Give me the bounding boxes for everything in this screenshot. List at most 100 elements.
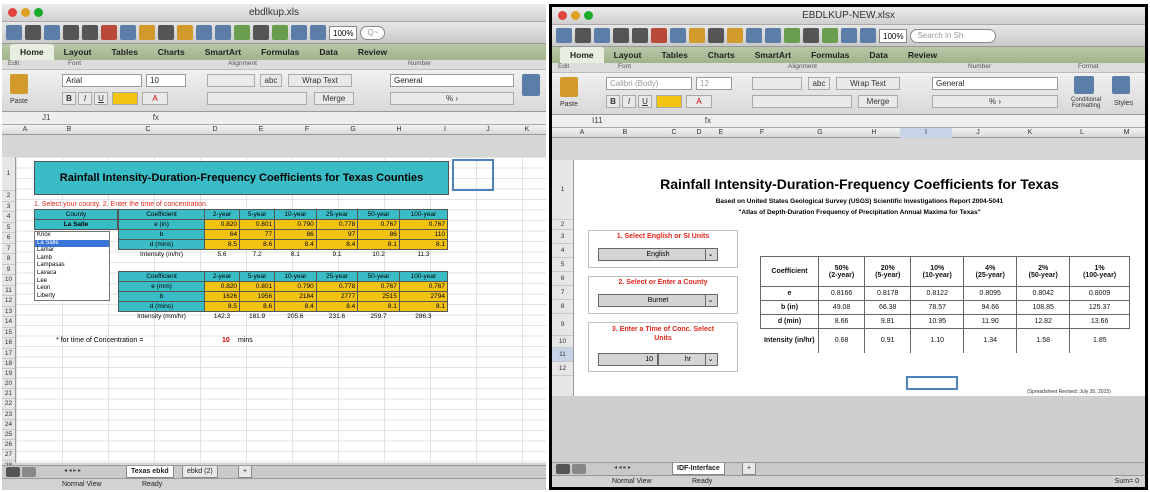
row-header[interactable]: 27 <box>2 450 15 461</box>
county-option[interactable]: La Salle <box>35 239 109 248</box>
search-field[interactable]: Search in Sh <box>910 28 997 43</box>
gallery-icon[interactable] <box>272 25 288 40</box>
print-icon[interactable] <box>82 25 98 40</box>
row-header[interactable]: 4 <box>2 212 15 223</box>
row-header[interactable]: 13 <box>2 307 15 317</box>
row-header[interactable]: 5 <box>552 258 573 272</box>
media-icon[interactable] <box>310 25 326 40</box>
tab-scroll-arrows[interactable]: ◂ ◂ ▸ ▸ <box>64 467 81 474</box>
table-cell[interactable]: 8.66 <box>817 314 866 329</box>
time-input[interactable]: 10 <box>598 353 658 366</box>
abc-button[interactable]: abc <box>808 77 830 90</box>
county-option[interactable]: Lamar <box>35 247 109 255</box>
col-header[interactable]: H <box>848 128 900 138</box>
col-header[interactable]: K <box>1004 128 1056 138</box>
redo-icon[interactable] <box>746 28 762 43</box>
row-header[interactable]: 10 <box>552 336 573 348</box>
toolbox-icon[interactable] <box>291 25 307 40</box>
font-color-button[interactable]: A <box>686 95 712 108</box>
row-header[interactable]: 9 <box>552 314 573 336</box>
col-header[interactable]: H <box>376 125 422 135</box>
page-layout-icon[interactable] <box>572 464 586 474</box>
table-cell[interactable]: 2777 <box>315 291 359 302</box>
row-header[interactable]: 23 <box>2 410 15 420</box>
row-header[interactable]: 5 <box>2 223 15 233</box>
table-cell[interactable]: 64 <box>203 229 241 240</box>
table-cell[interactable]: 1956 <box>239 291 276 302</box>
gallery-icon[interactable] <box>822 28 838 43</box>
table-cell[interactable]: 8.4 <box>315 301 359 312</box>
indent-buttons[interactable] <box>207 92 307 105</box>
table-cell[interactable]: 0.8166 <box>817 286 866 301</box>
row-header[interactable]: 15 <box>2 328 15 338</box>
tab-layout[interactable]: Layout <box>54 47 102 57</box>
underline-button[interactable]: U <box>638 95 652 108</box>
row-header[interactable]: 7 <box>2 244 15 254</box>
table-cell[interactable]: 0.767 <box>398 219 449 230</box>
save-icon[interactable] <box>613 28 629 43</box>
merge-button[interactable]: Merge <box>858 95 898 108</box>
font-name-select[interactable]: Calibri (Body) <box>606 77 692 90</box>
tab-charts[interactable]: Charts <box>698 50 745 60</box>
cut-icon[interactable] <box>101 25 117 40</box>
conditional-format-icon[interactable] <box>1074 76 1094 94</box>
table-cell[interactable]: 0.8009 <box>1069 286 1130 301</box>
time-unit-dropdown[interactable]: hr ⌄ <box>658 353 718 366</box>
table-cell[interactable]: 13.66 <box>1069 314 1130 329</box>
undo-icon[interactable] <box>727 28 743 43</box>
indent-buttons[interactable] <box>752 95 852 108</box>
search-field[interactable]: Q~ <box>360 25 386 40</box>
font-color-button[interactable]: A <box>142 92 168 105</box>
col-header-selected[interactable]: I <box>900 128 952 138</box>
row-header[interactable]: 8 <box>552 300 573 314</box>
tab-charts[interactable]: Charts <box>148 47 195 57</box>
bold-button[interactable]: B <box>606 95 620 108</box>
row-header[interactable]: 24 <box>2 420 15 430</box>
styles-icon[interactable] <box>1112 76 1130 94</box>
table-cell[interactable]: 0.790 <box>274 219 317 230</box>
save-icon[interactable] <box>63 25 79 40</box>
paste-big-icon[interactable] <box>10 74 28 94</box>
font-name-select[interactable]: Arial <box>62 74 142 87</box>
cut-icon[interactable] <box>651 28 667 43</box>
table-cell[interactable]: 2184 <box>274 291 317 302</box>
row-header[interactable]: 12 <box>2 296 15 307</box>
tab-data[interactable]: Data <box>859 50 897 60</box>
normal-view-icon[interactable] <box>6 467 20 477</box>
col-header[interactable]: D <box>688 128 710 138</box>
table-cell[interactable]: 8.5 <box>203 301 241 312</box>
col-header[interactable]: J <box>952 128 1004 138</box>
col-header[interactable]: E <box>238 125 284 135</box>
row-header[interactable]: 4 <box>552 244 573 258</box>
paste-big-icon[interactable] <box>560 77 578 97</box>
table-cell[interactable]: 0.8095 <box>963 286 1018 301</box>
tab-formulas[interactable]: Formulas <box>251 47 309 57</box>
table-cell[interactable]: 8.1 <box>398 301 449 312</box>
county-dropdown-list[interactable]: Knox La Salle Lamar Lamb Lampasas Lavaca Lee Le… <box>34 231 110 301</box>
county-option[interactable]: Knox <box>35 232 109 240</box>
row-header[interactable]: 10 <box>2 275 15 286</box>
table-cell[interactable]: 0.767 <box>357 219 400 230</box>
row-header[interactable]: 11 <box>2 286 15 296</box>
tab-scroll-arrows[interactable]: ◂ ◂ ▸ ▸ <box>614 464 631 471</box>
merge-button[interactable]: Merge <box>314 92 354 105</box>
italic-button[interactable]: I <box>78 92 92 105</box>
zoom-field[interactable]: 100% <box>329 25 358 40</box>
row-header[interactable]: 21 <box>2 389 15 400</box>
row-header[interactable]: 26 <box>2 440 15 451</box>
tab-tables[interactable]: Tables <box>652 50 698 60</box>
row-header[interactable]: 6 <box>2 233 15 244</box>
zoom-button[interactable] <box>34 8 43 17</box>
table-cell[interactable]: 9.81 <box>864 314 912 329</box>
table-cell[interactable]: 86 <box>357 229 400 240</box>
align-buttons[interactable] <box>752 77 802 90</box>
table-cell[interactable]: 11.90 <box>963 314 1018 329</box>
tab-data[interactable]: Data <box>309 47 347 57</box>
filter-icon[interactable] <box>803 28 819 43</box>
col-header[interactable]: C <box>660 128 688 138</box>
table-cell[interactable]: 77 <box>239 229 276 240</box>
row-header[interactable]: 9 <box>2 265 15 275</box>
copy-icon[interactable] <box>670 28 686 43</box>
row-header[interactable]: 3 <box>552 230 573 244</box>
table-cell[interactable]: 0.801 <box>239 281 276 292</box>
